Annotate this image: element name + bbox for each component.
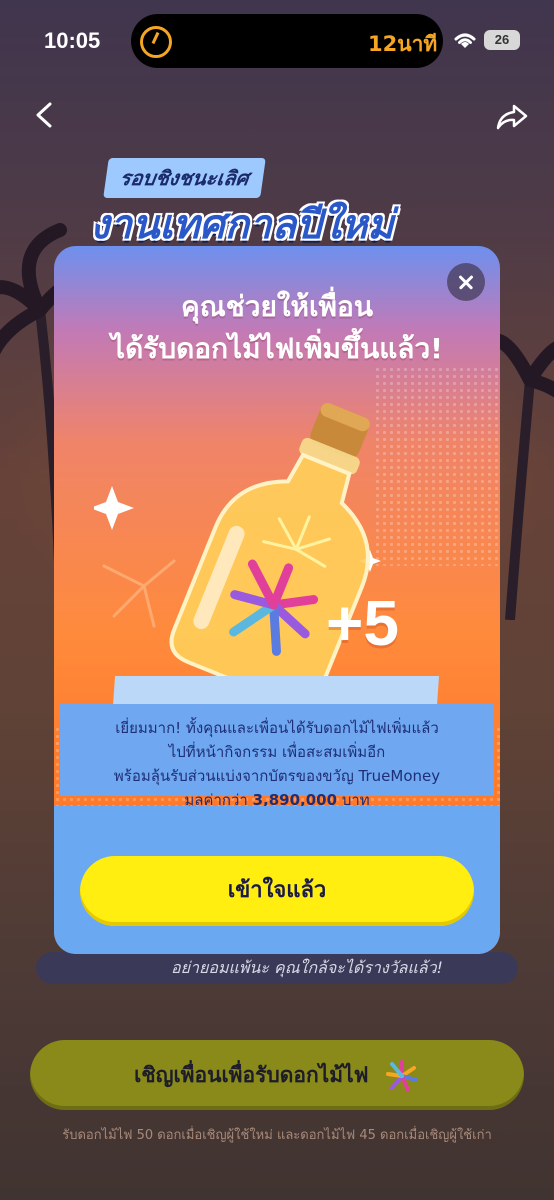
bonus-amount: +5	[326, 587, 399, 659]
modal-title-line2: ได้รับดอกไม้ไฟเพิ่มขึ้นแล้ว!	[111, 332, 443, 365]
share-icon[interactable]	[494, 98, 530, 134]
firework-bottle-illustration	[94, 402, 381, 706]
status-bar: 10:05 12นาที 26	[0, 0, 554, 84]
timer-icon	[140, 26, 172, 58]
invite-friends-button[interactable]: เชิญเพื่อนเพื่อรับดอกไม้ไฟ	[30, 1040, 524, 1110]
status-time: 10:05	[44, 28, 101, 53]
battery-indicator: 26	[484, 30, 520, 50]
close-icon[interactable]	[447, 263, 485, 301]
chevron-left-icon[interactable]	[30, 100, 60, 130]
modal-title: คุณช่วยให้เพื่อน ได้รับดอกไม้ไฟเพิ่มขึ้น…	[74, 286, 480, 370]
pedestal-top	[112, 676, 440, 706]
ok-button[interactable]: เข้าใจแล้ว	[80, 856, 474, 926]
info-line: ไปที่หน้ากิจกรรม เพื่อสะสมเพิ่มอีก	[168, 743, 386, 761]
invite-button-label: เชิญเพื่อนเพื่อรับดอกไม้ไฟ	[134, 1063, 369, 1087]
wifi-icon	[454, 33, 476, 48]
island-timer-text: 12นาที	[368, 32, 438, 56]
invite-footnote: รับดอกไม้ไฟ 50 ดอกเมื่อเชิญผู้ใช้ใหม่ แล…	[62, 1128, 492, 1143]
modal-title-line1: คุณช่วยให้เพื่อน	[181, 290, 373, 323]
info-line: พร้อมลุ้นรับส่วนแบ่งจากบัตรของขวัญ TrueM…	[113, 767, 441, 785]
firework-icon	[385, 1060, 418, 1092]
info-line: เยี่ยมมาก! ทั้งคุณและเพื่อนได้รับดอกไม้ไ…	[115, 719, 439, 737]
reward-modal: คุณช่วยให้เพื่อน ได้รับดอกไม้ไฟเพิ่มขึ้น…	[54, 246, 500, 954]
encourage-banner: อย่ายอมแพ้นะ คุณใกล้จะได้รางวัลแล้ว!	[36, 952, 518, 984]
info-message: เยี่ยมมาก! ทั้งคุณและเพื่อนได้รับดอกไม้ไ…	[64, 716, 490, 812]
